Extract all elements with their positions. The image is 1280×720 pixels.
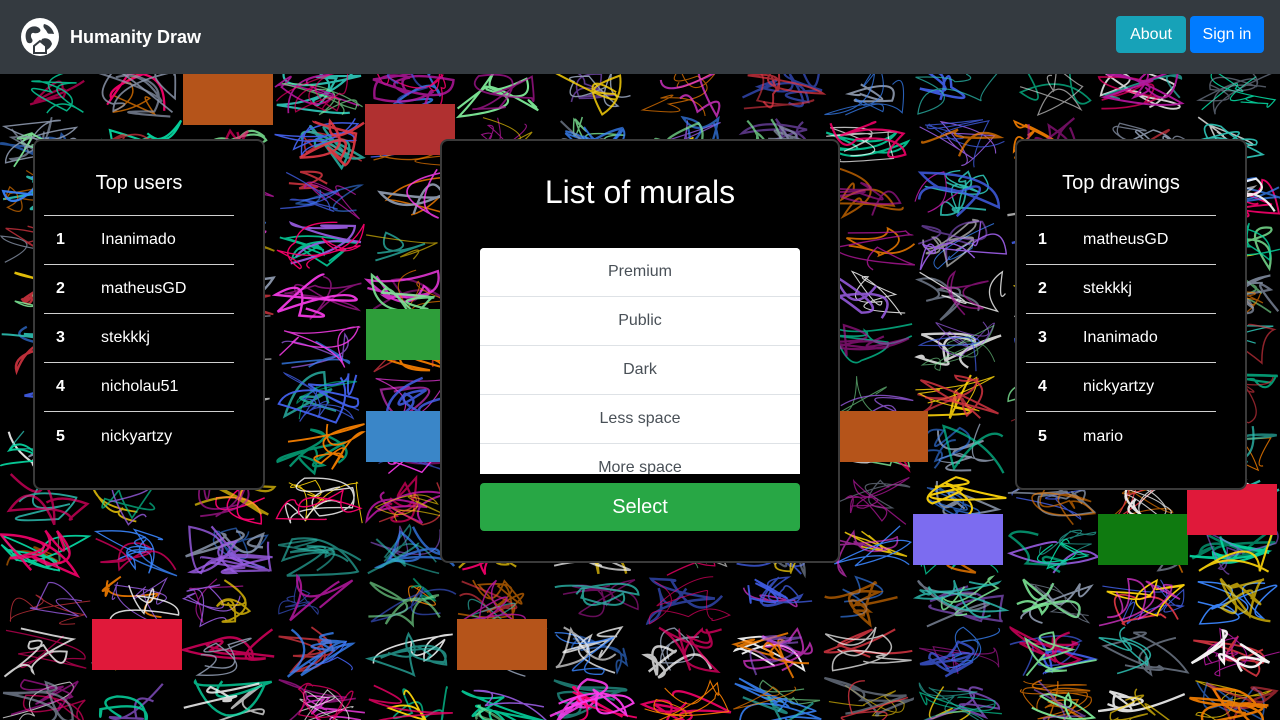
rank-number: 2 [1038, 280, 1047, 297]
scribble [29, 79, 85, 106]
scribble [833, 273, 889, 319]
drawing-author: stekkkj [1083, 280, 1132, 297]
scribble [271, 273, 358, 318]
scribble [919, 640, 975, 678]
filled-drawing-tile [183, 74, 273, 125]
filled-drawing-tile [913, 514, 1003, 565]
scribble [215, 579, 252, 623]
top-drawing-row[interactable]: 3 Inanimado [1026, 314, 1216, 363]
scribble [829, 529, 899, 578]
scribble [1098, 577, 1181, 627]
user-name: matheusGD [101, 280, 187, 297]
top-user-row[interactable]: 2 matheusGD [44, 265, 234, 314]
top-users-list: 1 Inanimado 2 matheusGD 3 stekkkj 4 nich… [44, 216, 234, 461]
mural-option[interactable]: Dark [480, 346, 800, 395]
top-user-row[interactable]: 3 stekkkj [44, 314, 234, 363]
filled-drawing-tile [92, 619, 182, 670]
drawing-author: nickyartzy [1083, 378, 1155, 395]
top-drawings-panel: Top drawings 1 matheusGD 2 stekkkj 3 Ina… [1015, 139, 1247, 490]
rank-number: 4 [56, 378, 65, 395]
mural-option[interactable]: Premium [480, 248, 800, 297]
scribble [554, 582, 640, 606]
scribble [641, 645, 713, 679]
rank-number: 1 [56, 231, 65, 248]
scribble [368, 581, 441, 628]
select-button[interactable]: Select [480, 483, 800, 531]
drawing-author: Inanimado [1083, 329, 1158, 346]
filled-drawing-tile [457, 619, 547, 670]
scribble [824, 626, 912, 672]
filled-drawing-tile [838, 411, 928, 462]
scribble [939, 270, 989, 316]
scribble [823, 628, 913, 658]
scribble [1007, 530, 1068, 574]
scribble [920, 324, 996, 371]
filled-drawing-tile [1098, 514, 1188, 565]
about-button[interactable]: About [1116, 16, 1186, 53]
filled-drawing-tile [1187, 484, 1277, 535]
user-name: Inanimado [101, 231, 176, 248]
top-drawing-row[interactable]: 1 matheusGD [1026, 216, 1216, 265]
scribble [9, 594, 91, 625]
navbar: Humanity Draw About Sign in [0, 0, 1280, 74]
scribble [919, 374, 999, 419]
rank-number: 5 [56, 427, 65, 445]
top-drawing-row[interactable]: 5 mario [1026, 412, 1216, 461]
scribble [375, 231, 426, 262]
scribble [844, 476, 910, 525]
top-user-row[interactable]: 4 nicholau51 [44, 363, 234, 412]
rank-number: 4 [1038, 378, 1047, 395]
scribble [280, 537, 362, 577]
scribble [659, 74, 721, 119]
drawing-author: mario [1083, 427, 1124, 445]
rank-number: 1 [1038, 231, 1047, 248]
scribble [824, 580, 898, 628]
scribble [1197, 581, 1278, 625]
globe-icon [20, 17, 60, 57]
rank-number: 3 [56, 329, 65, 346]
scribble [1196, 74, 1272, 115]
scribble [30, 74, 84, 114]
rank-number: 3 [1038, 329, 1047, 346]
user-name: nickyartzy [101, 427, 173, 445]
nav-buttons: About Sign in [1116, 16, 1264, 53]
scribble [1203, 627, 1280, 677]
top-drawings-list: 1 matheusGD 2 stekkkj 3 Inanimado 4 nick… [1026, 216, 1216, 461]
sign-in-button[interactable]: Sign in [1190, 16, 1264, 53]
rank-number: 2 [56, 280, 65, 297]
user-name: stekkkj [101, 329, 150, 346]
rank-number: 5 [1038, 427, 1047, 445]
murals-panel: List of murals Premium Public Dark Less … [440, 139, 840, 563]
top-users-panel: Top users 1 Inanimado 2 matheusGD 3 stek… [33, 139, 265, 490]
app-name: Humanity Draw [70, 26, 202, 47]
top-user-row[interactable]: 5 nickyartzy [44, 412, 234, 461]
mural-options-list[interactable]: Premium Public Dark Less space More spac… [480, 248, 800, 474]
mural-option[interactable]: More space [480, 444, 800, 474]
mural-option[interactable]: Public [480, 297, 800, 346]
scribble [289, 573, 354, 622]
scribble [915, 74, 998, 115]
murals-title: List of murals [544, 174, 736, 210]
drawing-author: matheusGD [1083, 231, 1169, 248]
brand-link[interactable]: Humanity Draw [20, 17, 201, 57]
scribble [3, 627, 77, 678]
user-name: nicholau51 [101, 378, 179, 395]
top-drawing-row[interactable]: 2 stekkkj [1026, 265, 1216, 314]
top-users-title: Top users [44, 172, 234, 216]
scribble [1097, 690, 1186, 713]
mural-option[interactable]: Less space [480, 395, 800, 444]
scribble [29, 582, 88, 618]
top-drawings-title: Top drawings [1026, 172, 1216, 216]
top-user-row[interactable]: 1 Inanimado [44, 216, 234, 265]
top-drawing-row[interactable]: 4 nickyartzy [1026, 363, 1216, 412]
scribble [111, 576, 168, 628]
scribble [915, 277, 980, 321]
